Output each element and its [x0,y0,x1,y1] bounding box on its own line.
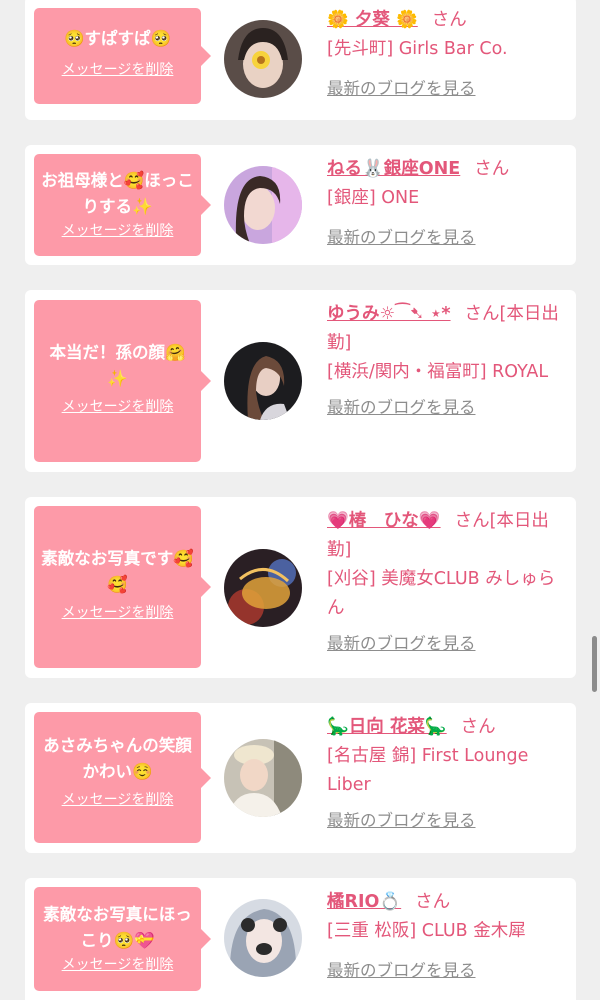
name-line: 🌼 夕葵 🌼 さん [327,6,563,35]
message-bubble: 🥺すぱすぱ🥺 メッセージを削除 [34,8,211,104]
shop-text: [横浜/関内・福富町] ROYAL [327,362,549,382]
name-line: 🦕日向 花菜🦕 さん [327,713,563,742]
message-text: 🥺すぱすぱ🥺 [63,29,172,48]
message-text: 素敵なお写真です🥰🥰 [41,549,194,594]
avatar[interactable] [224,342,302,420]
message-bubble: お祖母様と🥰ほっこりする✨ メッセージを削除 [34,154,211,256]
avatar-photo [224,899,302,977]
shop-text: [刈谷] 美魔女CLUB みしゅらん [327,569,556,618]
avatar[interactable] [224,739,302,817]
avatar[interactable] [224,549,302,627]
message-bubble: あさみちゃんの笑顔かわい☺️ メッセージを削除 [34,712,211,843]
cast-info: ねる🐰銀座ONE さん [銀座] ONE 最新のブログを見る [327,155,563,250]
message-card: 素敵なお写真です🥰🥰 メッセージを削除 💗椿 ひな💗 さん[本日出勤] [刈谷] … [25,497,576,678]
message-text: あさみちゃんの笑顔かわい☺️ [43,736,192,781]
shop-text: [銀座] ONE [327,188,420,208]
cast-info: 🌼 夕葵 🌼 さん [先斗町] Girls Bar Co. 最新のブログを見る [327,6,563,101]
message-text: 本当だ！孫の顔🤗✨ [49,343,186,388]
cast-info: 🦕日向 花菜🦕 さん [名古屋 錦] First Lounge Liber 最新の… [327,713,563,833]
avatar[interactable] [224,899,302,977]
cast-info: 橘RIO💍 さん [三重 松阪] CLUB 金木犀 最新のブログを見る [327,888,563,983]
message-bubble: 本当だ！孫の顔🤗✨ メッセージを削除 [34,300,211,462]
honorific-text: さん [431,10,467,30]
message-card: 本当だ！孫の顔🤗✨ メッセージを削除 ゆうみ☼⁀➷ ⋆* さん[本日出勤] [横浜… [25,290,576,472]
avatar[interactable] [224,20,302,98]
shop-text: [先斗町] Girls Bar Co. [327,39,508,59]
name-line: ゆうみ☼⁀➷ ⋆* さん[本日出勤] [327,300,563,358]
shop-text: [三重 松阪] CLUB 金木犀 [327,921,526,941]
latest-blog-link[interactable]: 最新のブログを見る [327,77,476,101]
delete-message-link[interactable]: メッセージを削除 [62,955,174,975]
message-text: 素敵なお写真にほっこり🥺💝 [43,905,192,950]
cast-info: ゆうみ☼⁀➷ ⋆* さん[本日出勤] [横浜/関内・福富町] ROYAL 最新のブ… [327,300,563,420]
message-bubble: 素敵なお写真にほっこり🥺💝 メッセージを削除 [34,887,211,991]
latest-blog-link[interactable]: 最新のブログを見る [327,809,476,833]
latest-blog-link[interactable]: 最新のブログを見る [327,396,476,420]
honorific-text: さん [474,159,510,179]
delete-message-link[interactable]: メッセージを削除 [62,60,174,80]
cast-name-link[interactable]: ゆうみ☼⁀➷ ⋆* [327,304,451,324]
cast-name-link[interactable]: 🦕日向 花菜🦕 [327,717,447,737]
latest-blog-link[interactable]: 最新のブログを見る [327,632,476,656]
cast-name-link[interactable]: 🌼 夕葵 🌼 [327,10,418,30]
avatar-photo [224,20,302,98]
latest-blog-link[interactable]: 最新のブログを見る [327,959,476,983]
message-card: あさみちゃんの笑顔かわい☺️ メッセージを削除 🦕日向 花菜🦕 さん [名古屋 錦… [25,703,576,853]
cast-name-link[interactable]: ねる🐰銀座ONE [327,159,460,179]
name-line: 橘RIO💍 さん [327,888,563,917]
latest-blog-link[interactable]: 最新のブログを見る [327,226,476,250]
name-line: ねる🐰銀座ONE さん [327,155,563,184]
message-text: お祖母様と🥰ほっこりする✨ [41,171,194,216]
message-bubble: 素敵なお写真です🥰🥰 メッセージを削除 [34,506,211,668]
avatar-photo [224,549,302,627]
honorific-text: さん [460,717,496,737]
avatar-photo [224,342,302,420]
cast-name-link[interactable]: 橘RIO💍 [327,892,401,912]
avatar-photo [224,739,302,817]
cast-name-link[interactable]: 💗椿 ひな💗 [327,511,441,531]
scrollbar[interactable] [592,636,597,692]
delete-message-link[interactable]: メッセージを削除 [62,790,174,810]
delete-message-link[interactable]: メッセージを削除 [62,221,174,241]
honorific-text: さん [415,892,451,912]
message-card: お祖母様と🥰ほっこりする✨ メッセージを削除 ねる🐰銀座ONE さん [銀座] O… [25,145,576,265]
avatar[interactable] [224,166,302,244]
message-card: 🥺すぱすぱ🥺 メッセージを削除 🌼 夕葵 🌼 さん [先斗町] Girls Bar… [25,0,576,120]
message-card: 素敵なお写真にほっこり🥺💝 メッセージを削除 橘RIO💍 さん [三重 松阪] C… [25,878,576,1000]
cast-info: 💗椿 ひな💗 さん[本日出勤] [刈谷] 美魔女CLUB みしゅらん 最新のブログ… [327,507,563,656]
name-line: 💗椿 ひな💗 さん[本日出勤] [327,507,563,565]
delete-message-link[interactable]: メッセージを削除 [62,603,174,623]
avatar-photo [224,166,302,244]
shop-text: [名古屋 錦] First Lounge Liber [327,746,529,795]
delete-message-link[interactable]: メッセージを削除 [62,397,174,417]
